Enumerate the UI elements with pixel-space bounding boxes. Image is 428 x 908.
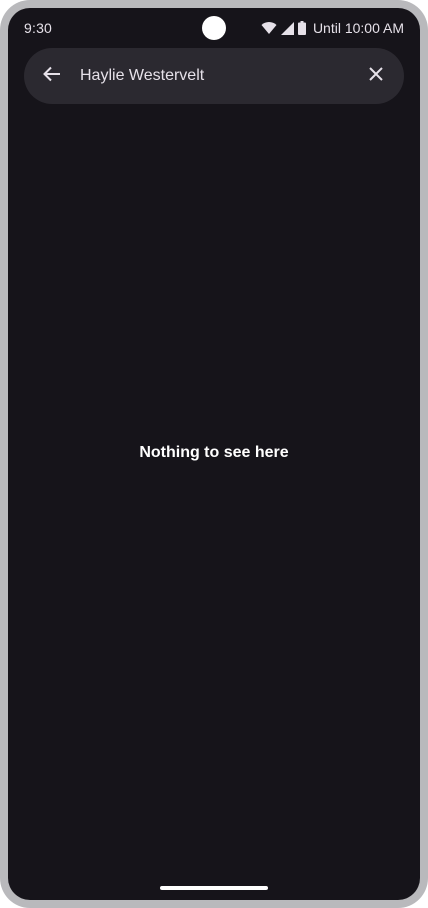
close-icon: [368, 66, 384, 87]
search-bar: [24, 48, 404, 104]
front-camera: [202, 16, 226, 40]
signal-icon: [280, 21, 294, 35]
search-input[interactable]: [80, 62, 350, 90]
battery-status-text: Until 10:00 AM: [312, 20, 404, 36]
empty-state-message: Nothing to see here: [139, 444, 289, 461]
arrow-back-icon: [42, 64, 62, 89]
wifi-icon: [261, 21, 277, 35]
status-time: 9:30: [24, 20, 53, 36]
battery-icon: [297, 21, 306, 35]
home-gesture-bar[interactable]: [160, 886, 268, 890]
back-button[interactable]: [36, 60, 68, 92]
clear-search-button[interactable]: [360, 60, 392, 92]
status-bar: 9:30 Until 10:00 AM: [8, 8, 420, 48]
screen: 9:30 Until 10:00 AM Haylie Westervelt No…: [8, 8, 420, 900]
device-frame: 9:30 Until 10:00 AM Haylie Westervelt No…: [0, 0, 428, 908]
status-icons: Until 10:00 AM: [261, 19, 404, 37]
